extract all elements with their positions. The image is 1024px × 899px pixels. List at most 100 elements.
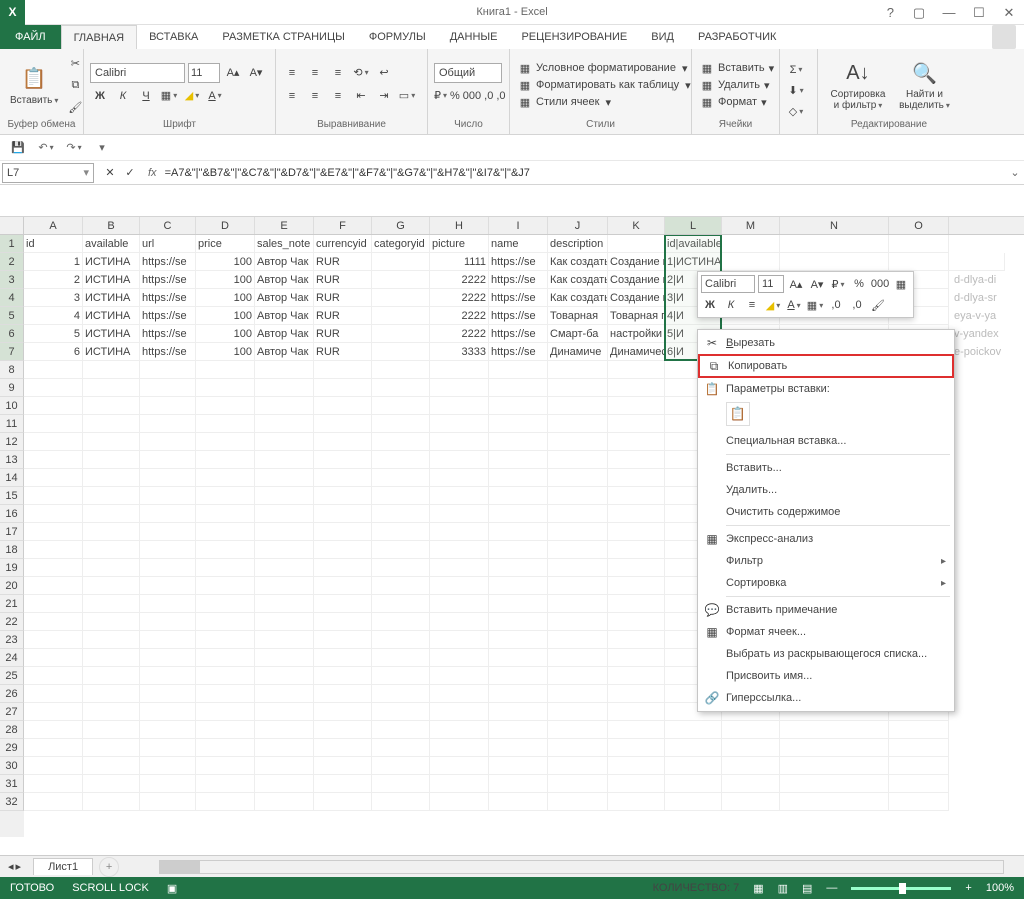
cell[interactable]: Автор Чак: [255, 253, 314, 271]
cell[interactable]: [255, 415, 314, 433]
cell[interactable]: [430, 667, 489, 685]
cell[interactable]: [608, 613, 665, 631]
cell[interactable]: 100: [196, 343, 255, 361]
cell[interactable]: ИСТИНА: [83, 253, 140, 271]
cell[interactable]: [548, 487, 608, 505]
cm-copy[interactable]: ⧉Копировать: [698, 354, 954, 378]
cell-styles-button[interactable]: ▦Стили ячеек▾: [516, 94, 693, 110]
cell[interactable]: [255, 469, 314, 487]
format-painter-icon[interactable]: 🖌: [65, 97, 85, 117]
align-middle-icon[interactable]: ≡: [305, 63, 325, 83]
mini-font-size[interactable]: [758, 275, 784, 293]
cell[interactable]: [196, 703, 255, 721]
cell[interactable]: [780, 721, 889, 739]
cell[interactable]: [489, 469, 548, 487]
cell[interactable]: [24, 361, 83, 379]
cell[interactable]: [489, 595, 548, 613]
row-header[interactable]: 13: [0, 451, 24, 469]
row-header[interactable]: 3: [0, 271, 24, 289]
cell[interactable]: [608, 523, 665, 541]
cell[interactable]: [430, 703, 489, 721]
cell[interactable]: [255, 433, 314, 451]
cell[interactable]: [430, 793, 489, 811]
cell[interactable]: [196, 667, 255, 685]
cell[interactable]: [255, 739, 314, 757]
cell[interactable]: https://se: [140, 253, 196, 271]
cell[interactable]: [430, 397, 489, 415]
italic-icon[interactable]: К: [113, 86, 133, 106]
cell[interactable]: [430, 649, 489, 667]
cell[interactable]: [140, 685, 196, 703]
cell[interactable]: [83, 721, 140, 739]
row-header[interactable]: 9: [0, 379, 24, 397]
cell[interactable]: [489, 757, 548, 775]
cell[interactable]: [255, 649, 314, 667]
cell[interactable]: Автор Чак: [255, 325, 314, 343]
row-header[interactable]: 14: [0, 469, 24, 487]
cell[interactable]: [314, 541, 372, 559]
cell[interactable]: [83, 595, 140, 613]
minimize-icon[interactable]: —: [934, 0, 964, 25]
save-icon[interactable]: 💾: [8, 138, 28, 158]
cell[interactable]: [24, 631, 83, 649]
row-header[interactable]: 8: [0, 361, 24, 379]
cell[interactable]: RUR: [314, 307, 372, 325]
cell[interactable]: 100: [196, 307, 255, 325]
row-header[interactable]: 24: [0, 649, 24, 667]
cell[interactable]: [255, 721, 314, 739]
cell[interactable]: name: [489, 235, 548, 253]
cell[interactable]: [548, 793, 608, 811]
cell[interactable]: https://se: [140, 271, 196, 289]
row-header[interactable]: 30: [0, 757, 24, 775]
cell[interactable]: [196, 685, 255, 703]
cell[interactable]: [24, 739, 83, 757]
row-header[interactable]: 12: [0, 433, 24, 451]
view-page-break-icon[interactable]: ▤: [802, 882, 812, 895]
mini-decrease-font-icon[interactable]: A▾: [808, 275, 826, 293]
row-header[interactable]: 16: [0, 505, 24, 523]
cell[interactable]: https://se: [489, 307, 548, 325]
cell[interactable]: [255, 703, 314, 721]
cell[interactable]: [314, 775, 372, 793]
mini-font-color-icon[interactable]: А: [785, 296, 803, 314]
cell[interactable]: [430, 757, 489, 775]
row-header[interactable]: 2: [0, 253, 24, 271]
cell[interactable]: Смарт-ба: [548, 325, 608, 343]
cell[interactable]: [196, 757, 255, 775]
cell[interactable]: [430, 451, 489, 469]
cell[interactable]: [722, 253, 780, 271]
cell[interactable]: [196, 559, 255, 577]
align-center-icon[interactable]: ≡: [305, 86, 325, 106]
cell[interactable]: [548, 559, 608, 577]
cell[interactable]: RUR: [314, 343, 372, 361]
cell[interactable]: [608, 775, 665, 793]
cell[interactable]: 100: [196, 289, 255, 307]
cell[interactable]: [255, 757, 314, 775]
cell[interactable]: [722, 775, 780, 793]
cell[interactable]: [24, 415, 83, 433]
cell[interactable]: [608, 757, 665, 775]
cell[interactable]: [430, 739, 489, 757]
mini-percent-icon[interactable]: %: [850, 275, 868, 293]
cell[interactable]: [548, 721, 608, 739]
redo-icon[interactable]: ↷: [64, 138, 84, 158]
cell[interactable]: [83, 703, 140, 721]
cell[interactable]: [608, 721, 665, 739]
cell[interactable]: [430, 721, 489, 739]
mini-align-center-icon[interactable]: ≡: [743, 296, 761, 314]
cell[interactable]: [196, 577, 255, 595]
align-left-icon[interactable]: ≡: [282, 86, 302, 106]
cell[interactable]: 100: [196, 253, 255, 271]
cell[interactable]: [608, 415, 665, 433]
cell[interactable]: Автор Чак: [255, 289, 314, 307]
qat-customize-icon[interactable]: ▾: [92, 138, 112, 158]
cell[interactable]: [372, 469, 430, 487]
cell[interactable]: [314, 397, 372, 415]
cm-insert[interactable]: Вставить...: [698, 457, 954, 479]
cell[interactable]: [548, 739, 608, 757]
cell[interactable]: [83, 793, 140, 811]
decrease-font-icon[interactable]: A▾: [246, 63, 266, 83]
column-header[interactable]: M: [722, 217, 780, 234]
row-header[interactable]: 11: [0, 415, 24, 433]
mini-format-painter-icon[interactable]: 🖌: [869, 296, 887, 314]
